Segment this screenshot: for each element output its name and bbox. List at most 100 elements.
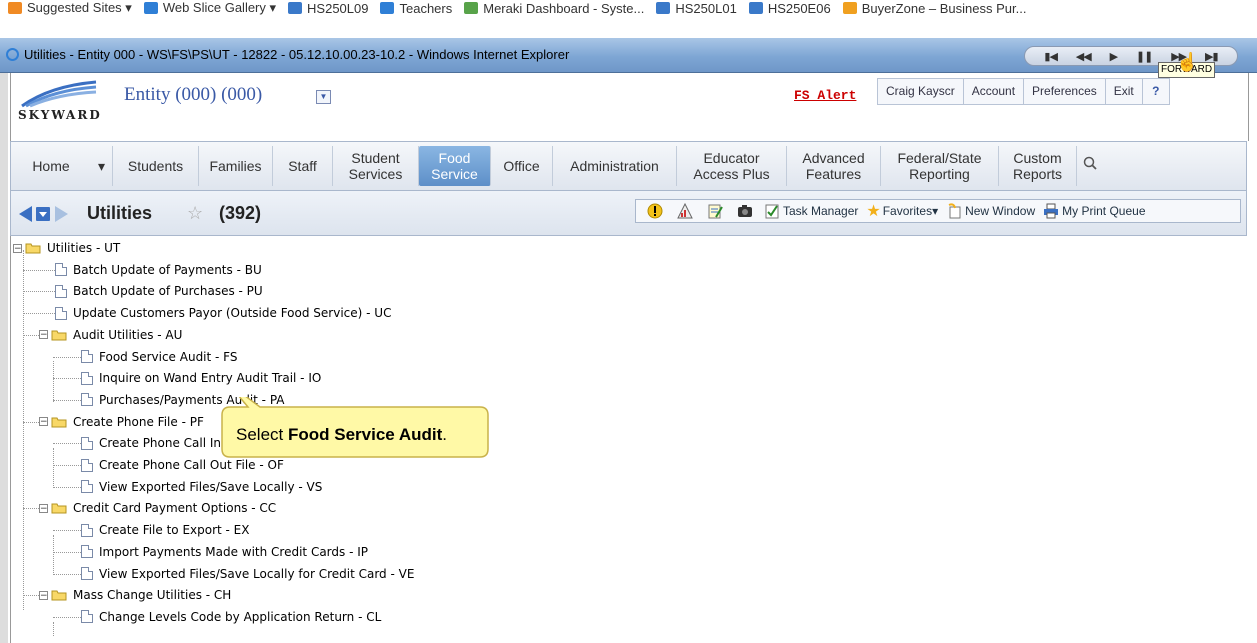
folder-icon <box>25 242 41 254</box>
collapse-icon[interactable]: − <box>39 590 48 600</box>
skyward-logo[interactable]: SKYWARD <box>18 78 100 124</box>
pause-icon[interactable]: ❚❚ <box>1136 50 1153 63</box>
nav-tab[interactable]: Office <box>491 146 553 186</box>
play-icon[interactable]: ▶ <box>1110 50 1119 63</box>
folder-icon <box>51 416 67 428</box>
tree-folder-item[interactable]: − Credit Card Payment Options - CC <box>39 499 276 517</box>
tree-connector <box>53 535 54 575</box>
nav-tab[interactable]: Home <box>11 146 91 186</box>
tree-connector <box>23 595 39 597</box>
tree-connector <box>53 378 81 380</box>
nav-tab[interactable]: Students <box>113 146 199 186</box>
document-icon <box>81 350 93 363</box>
favorite-label: HS250L01 <box>675 0 737 16</box>
favorite-link[interactable]: BuyerZone – Business Pur... <box>842 1 1026 16</box>
favorites-button[interactable]: ★ Favorites▾ <box>866 201 938 221</box>
collapse-icon[interactable]: − <box>39 417 48 427</box>
favorites-star-icon: ★ <box>866 203 881 220</box>
notepad-icon[interactable] <box>707 203 723 219</box>
tree-connector <box>23 508 39 510</box>
favorite-link[interactable]: Web Slice Gallery ▾ <box>143 0 277 16</box>
print-queue-button[interactable]: My Print Queue <box>1043 203 1146 219</box>
new-window-button[interactable]: New Window <box>946 203 1035 219</box>
tree-connector <box>23 313 55 315</box>
user-bar: Craig Kayscr Account Preferences Exit ? <box>877 78 1170 105</box>
buyerzone-icon <box>842 2 857 14</box>
nav-tab[interactable]: Student Services <box>333 146 419 186</box>
camera-icon[interactable] <box>737 203 753 219</box>
tree-doc-item[interactable]: Food Service Audit - FS <box>81 348 238 366</box>
tree-item-label: Credit Card Payment Options - CC <box>73 501 277 516</box>
task-manager-icon <box>765 204 779 219</box>
rewind-icon[interactable]: ◀◀ <box>1076 50 1092 63</box>
tree-doc-item[interactable]: Batch Update of Purchases - PU <box>55 282 263 300</box>
suggested-sites-icon <box>8 2 22 14</box>
tree-folder-item[interactable]: − Create Phone File - PF <box>39 413 204 431</box>
tree-doc-item[interactable]: View Exported Files/Save Locally - VS <box>81 478 322 496</box>
exit-link[interactable]: Exit <box>1105 78 1143 105</box>
favorite-link[interactable]: HS250L09 <box>288 1 368 16</box>
main-nav: Home ▾ Students Families Staff Student Servic… <box>10 141 1247 191</box>
tree-doc-item[interactable]: Inquire on Wand Entry Audit Trail - IO <box>81 369 321 387</box>
document-icon <box>55 284 67 298</box>
window-title: Utilities - Entity 000 - WS\FS\PS\UT - 1… <box>24 47 570 62</box>
nav-tab[interactable]: Educator Access Plus <box>677 146 787 186</box>
document-icon <box>81 523 93 537</box>
home-dropdown-chevron-icon[interactable]: ▾ <box>91 146 113 186</box>
collapse-icon[interactable]: − <box>39 503 48 513</box>
tree-doc-item[interactable]: Batch Update of Payments - BU <box>55 261 262 279</box>
tree-doc-item[interactable]: Create File to Export - EX <box>81 521 250 539</box>
tree-folder-item[interactable]: − Mass Change Utilities - CH <box>39 586 231 604</box>
favorite-star-icon[interactable]: ☆ <box>187 203 203 224</box>
tree-folder-item[interactable]: − Utilities - UT <box>13 239 120 257</box>
document-icon <box>55 306 67 320</box>
collapse-icon[interactable]: − <box>13 243 22 253</box>
tree-connector <box>53 448 54 488</box>
nav-tab[interactable]: Administration <box>553 146 677 186</box>
favorite-link[interactable]: HS250E06 <box>748 1 831 16</box>
document-icon <box>81 371 93 385</box>
fs-alert-link[interactable]: FS Alert <box>794 88 856 103</box>
favorite-link[interactable]: Teachers <box>380 1 452 16</box>
favorite-link[interactable]: HS250L01 <box>656 0 737 16</box>
favorite-label: Web Slice Gallery ▾ <box>162 0 277 15</box>
logo-swoosh-icon <box>21 80 97 108</box>
preferences-link[interactable]: Preferences <box>1024 78 1106 105</box>
search-icon[interactable] <box>1083 156 1097 170</box>
nav-tab[interactable]: Staff <box>273 146 333 186</box>
skip-forward-icon[interactable]: ▶▮ <box>1205 50 1218 63</box>
tree-connector <box>53 616 81 618</box>
tree-doc-item[interactable]: View Exported Files/Save Locally for Cre… <box>81 565 414 583</box>
nav-tab[interactable]: Custom Reports <box>999 146 1077 186</box>
tree-connector <box>23 291 55 293</box>
nav-tab[interactable]: Federal/State Reporting <box>881 146 999 186</box>
print-queue-label: My Print Queue <box>1062 204 1146 218</box>
favorite-link[interactable]: Meraki Dashboard - Syste... <box>464 1 644 16</box>
tree-item-label: View Exported Files/Save Locally for Cre… <box>99 566 415 581</box>
document-icon <box>81 545 93 559</box>
computer-icon <box>288 2 303 14</box>
user-name: Craig Kayscr <box>877 78 964 105</box>
tree-doc-item[interactable]: Change Levels Code by Application Return… <box>81 608 381 626</box>
tree-connector <box>53 356 81 358</box>
ie-icon <box>380 2 395 14</box>
help-button[interactable]: ? <box>1142 78 1170 105</box>
task-manager-button[interactable]: Task Manager <box>764 203 858 219</box>
nav-tab[interactable]: Families <box>199 146 273 186</box>
tree-doc-item[interactable]: Import Payments Made with Credit Cards -… <box>81 543 368 561</box>
collapse-icon[interactable]: − <box>39 330 48 340</box>
alert-icon[interactable] <box>647 203 663 219</box>
tree-folder-item[interactable]: − Audit Utilities - AU <box>39 326 182 344</box>
skip-back-icon[interactable]: ▮◀ <box>1044 50 1057 63</box>
nav-tab[interactable]: Food Service <box>419 146 491 186</box>
entity-selector[interactable]: Entity (000) (000) <box>124 84 262 106</box>
favorite-link[interactable]: Suggested Sites ▾ <box>8 0 132 16</box>
history-nav[interactable] <box>18 205 80 223</box>
tree-doc-item[interactable]: Update Customers Payor (Outside Food Ser… <box>55 304 391 322</box>
account-link[interactable]: Account <box>963 78 1025 105</box>
chevron-down-icon[interactable]: ▼ <box>316 90 331 104</box>
folder-icon <box>51 589 67 601</box>
document-icon <box>81 480 93 494</box>
nav-tab[interactable]: Advanced Features <box>787 146 881 186</box>
warning-chart-icon[interactable] <box>677 203 693 219</box>
